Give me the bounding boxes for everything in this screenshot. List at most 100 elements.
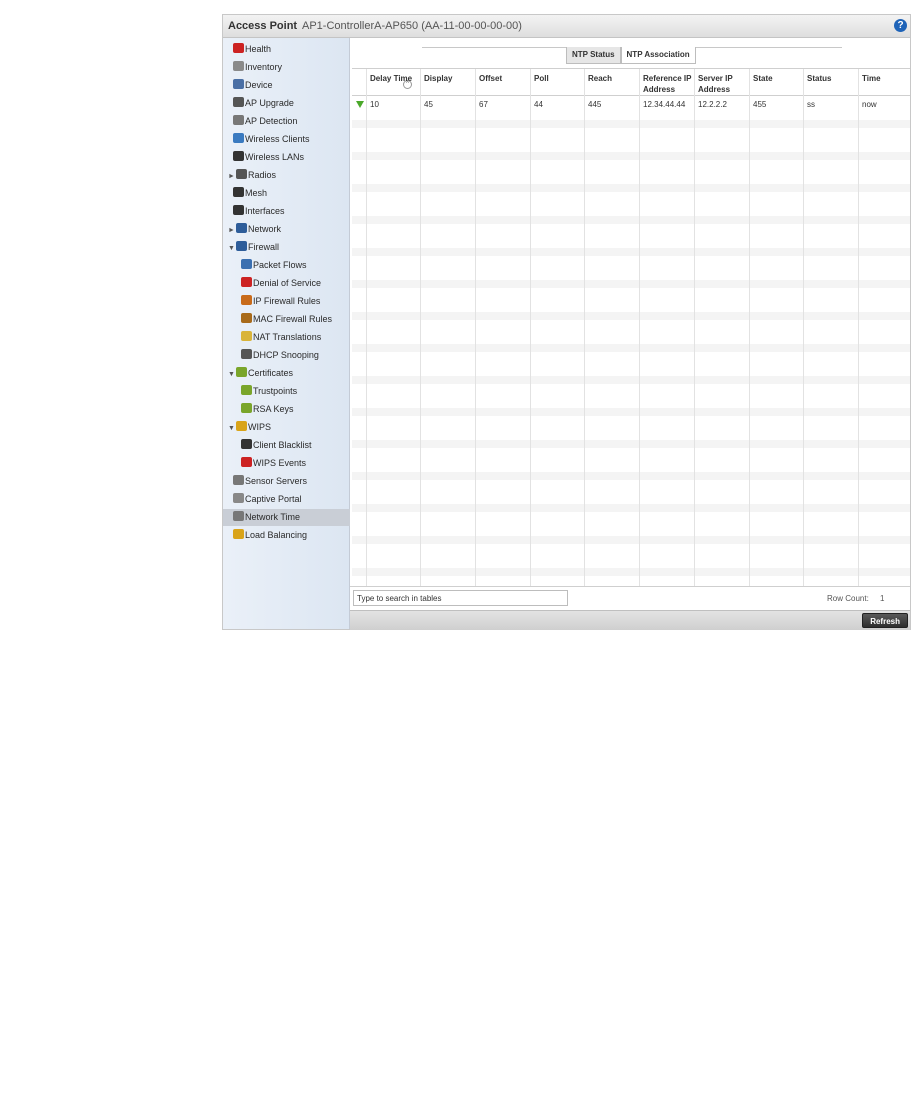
sidebar-item-certificates[interactable]: ▼ Certificates	[228, 365, 293, 382]
interfaces-icon	[233, 205, 244, 215]
sidebar-item-interfaces[interactable]: Interfaces	[233, 203, 285, 220]
sidebar-item-firewall[interactable]: ▼ Firewall	[228, 239, 279, 256]
tab-ntp-status[interactable]: NTP Status	[566, 47, 621, 64]
sidebar-item-label: Certificates	[248, 368, 294, 378]
sidebar-item-label: MAC Firewall Rules	[253, 314, 333, 324]
sidebar-item-ip-firewall-rules[interactable]: IP Firewall Rules	[241, 293, 320, 310]
sidebar-item-wips[interactable]: ▼ WIPS	[228, 419, 271, 436]
sidebar-item-sensor-servers[interactable]: Sensor Servers	[233, 473, 307, 490]
sidebar-item-ap-upgrade[interactable]: AP Upgrade	[233, 95, 294, 112]
column-header[interactable]: Server IP Address	[694, 69, 749, 95]
expand-toggle-icon[interactable]: ▼	[228, 366, 236, 383]
wireless-clients-icon	[233, 133, 244, 143]
main-panel: NTP Status NTP Association ^ Delay Time 1…	[350, 38, 910, 630]
sidebar-item-label: DHCP Snooping	[253, 350, 319, 360]
client-blacklist-icon	[241, 439, 252, 449]
status-up-arrow-icon	[356, 101, 364, 108]
sidebar-item-label: Captive Portal	[245, 494, 302, 504]
sidebar-item-radios[interactable]: ► Radios	[228, 167, 276, 184]
column-header[interactable]: Reference IP Address	[639, 69, 694, 95]
sidebar-item-label: Wireless Clients	[245, 134, 310, 144]
sidebar-item-label: Sensor Servers	[245, 476, 308, 486]
app-window: Access Point AP1-ControllerA-AP650 (AA-1…	[222, 14, 911, 630]
wips-icon	[236, 421, 247, 431]
column-header[interactable]: Poll	[530, 69, 584, 95]
sidebar-item-label: IP Firewall Rules	[253, 296, 321, 306]
sidebar-item-label: Network Time	[245, 512, 301, 522]
column-header[interactable]: Status	[803, 69, 858, 95]
health-icon	[233, 43, 244, 53]
sidebar-item-network[interactable]: ► Network	[228, 221, 281, 238]
sidebar-item-label: AP Detection	[245, 116, 298, 126]
column-header[interactable]: State	[749, 69, 803, 95]
table-cell: ss	[807, 100, 815, 109]
expand-toggle-icon[interactable]: ▼	[228, 420, 236, 437]
ap-upgrade-icon	[233, 97, 244, 107]
ntp-status-table: ^ Delay Time 10 Display 45 Offset 67 Poll 44 Rea…	[352, 68, 910, 587]
table-cell: 67	[479, 100, 488, 109]
certificates-icon	[236, 367, 247, 377]
dhcp-icon	[241, 349, 252, 359]
help-icon[interactable]: ?	[894, 19, 907, 32]
sidebar-item-nat-translations[interactable]: NAT Translations	[241, 329, 321, 346]
title-bar: Access Point AP1-ControllerA-AP650 (AA-1…	[223, 15, 910, 38]
row-count-value: 1	[880, 594, 885, 603]
table-search-input[interactable]	[353, 590, 568, 606]
sidebar-item-label: Network	[248, 224, 282, 234]
sidebar-item-captive-portal[interactable]: Captive Portal	[233, 491, 302, 508]
sidebar-item-label: Wireless LANs	[245, 152, 305, 162]
sidebar-item-label: Radios	[248, 170, 277, 180]
sidebar-item-wireless-clients[interactable]: Wireless Clients	[233, 131, 310, 148]
sidebar-item-inventory[interactable]: Inventory	[233, 59, 282, 76]
table-cell: 12.34.44.44	[643, 100, 686, 109]
sidebar-item-network-time[interactable]: Network Time	[223, 509, 359, 526]
sidebar-item-label: Inventory	[245, 62, 283, 72]
device-icon	[233, 79, 244, 89]
sidebar-item-device[interactable]: Device	[233, 77, 273, 94]
sidebar-item-packet-flows[interactable]: Packet Flows	[241, 257, 307, 274]
table-cell: now	[862, 100, 877, 109]
column-header[interactable]: Offset	[475, 69, 530, 95]
column-header[interactable]: Reach	[584, 69, 639, 95]
sidebar-item-ap-detection[interactable]: AP Detection	[233, 113, 297, 130]
sidebar-item-mesh[interactable]: Mesh	[233, 185, 267, 202]
expand-toggle-icon[interactable]: ▼	[228, 240, 236, 257]
ap-detection-icon	[233, 115, 244, 125]
nat-icon	[241, 331, 252, 341]
table-cell: 44	[534, 100, 543, 109]
sidebar-item-label: Mesh	[245, 188, 268, 198]
expand-toggle-icon[interactable]: ►	[228, 222, 236, 239]
sidebar-item-mac-firewall-rules[interactable]: MAC Firewall Rules	[241, 311, 332, 328]
page-title: Access Point	[228, 20, 298, 32]
packet-flows-icon	[241, 259, 252, 269]
sidebar-item-denial-of-service[interactable]: Denial of Service	[241, 275, 321, 292]
sidebar-item-wireless-lans[interactable]: Wireless LANs	[233, 149, 304, 166]
inventory-icon	[233, 61, 244, 71]
sidebar-item-trustpoints[interactable]: Trustpoints	[241, 383, 297, 400]
sidebar-item-dhcp-snooping[interactable]: DHCP Snooping	[241, 347, 319, 364]
sidebar: Health Inventory Device AP Upgrade AP Detect…	[223, 38, 359, 629]
table-cell: 12.2.2.2	[698, 100, 727, 109]
sidebar-item-load-balancing[interactable]: Load Balancing	[233, 527, 307, 544]
table-cell: 445	[588, 100, 602, 109]
ip-firewall-icon	[241, 295, 252, 305]
wireless-lans-icon	[233, 151, 244, 161]
column-header[interactable]: Display	[420, 69, 475, 95]
refresh-button[interactable]: Refresh	[862, 613, 908, 628]
sidebar-item-health[interactable]: Health	[233, 41, 271, 58]
sidebar-item-label: Device	[245, 80, 273, 90]
sidebar-item-client-blacklist[interactable]: Client Blacklist	[241, 437, 312, 454]
sidebar-item-label: NAT Translations	[253, 332, 322, 342]
mac-firewall-icon	[241, 313, 252, 323]
sidebar-item-label: WIPS	[248, 422, 272, 432]
sidebar-item-label: Packet Flows	[253, 260, 307, 270]
sidebar-item-wips-events[interactable]: WIPS Events	[241, 455, 306, 472]
tab-ntp-association[interactable]: NTP Association	[620, 47, 696, 64]
sidebar-item-label: RSA Keys	[253, 404, 294, 414]
row-count-label: Row Count:	[827, 594, 869, 603]
expand-toggle-icon[interactable]: ►	[228, 168, 236, 185]
action-bar: Refresh	[350, 610, 910, 630]
column-header[interactable]: Time	[858, 69, 910, 95]
column-header[interactable]: Delay Time	[366, 69, 420, 95]
sidebar-item-rsa-keys[interactable]: RSA Keys	[241, 401, 294, 418]
